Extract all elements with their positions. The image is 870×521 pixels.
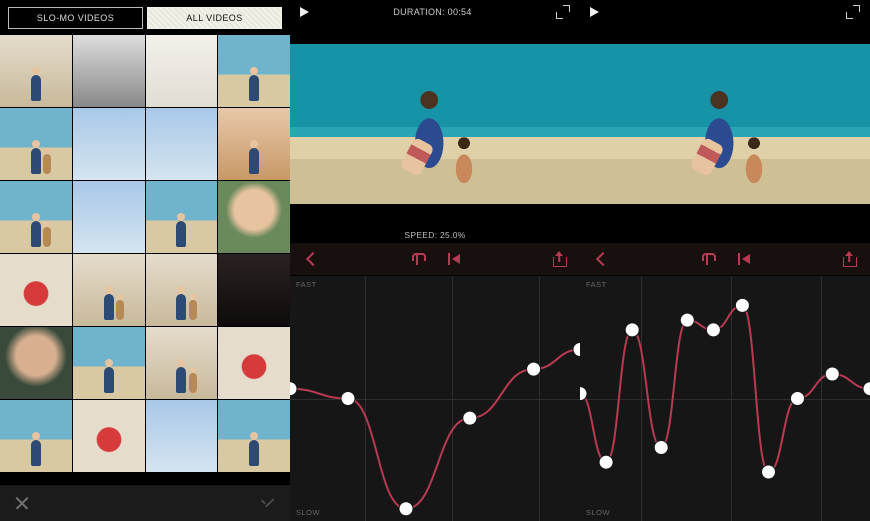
back-icon[interactable] (594, 251, 610, 267)
video-thumbnail[interactable] (0, 327, 72, 399)
duration-label: DURATION: 00:54 (393, 7, 471, 17)
tab-slomo-videos[interactable]: SLO-MO VIDEOS (8, 7, 143, 29)
video-thumbnail[interactable] (73, 327, 145, 399)
video-thumbnail[interactable] (218, 254, 290, 326)
curve-control-point[interactable] (863, 382, 870, 396)
share-icon[interactable] (842, 251, 856, 267)
video-thumbnail[interactable] (218, 35, 290, 107)
video-thumbnail[interactable] (73, 254, 145, 326)
curve-control-point[interactable] (341, 392, 355, 406)
video-thumbnail[interactable] (218, 327, 290, 399)
curve-control-point[interactable] (762, 465, 776, 479)
editor-topbar: DURATION: 00:54 (290, 0, 580, 24)
curve-control-point[interactable] (825, 367, 839, 381)
video-thumbnail[interactable] (218, 108, 290, 180)
video-frame (580, 44, 870, 204)
play-icon[interactable] (300, 7, 309, 17)
video-preview[interactable] (580, 24, 870, 224)
video-thumbnail[interactable] (218, 181, 290, 253)
curve-control-point[interactable] (573, 343, 580, 357)
expand-icon[interactable] (556, 5, 570, 19)
source-tabs: SLO-MO VIDEOS ALL VIDEOS (0, 0, 290, 35)
editor-panel-b: FAST SLOW (580, 0, 870, 521)
video-thumbnail[interactable] (218, 400, 290, 472)
editor-panel-a: DURATION: 00:54 SPEED: 25.0% FAST SLOW (290, 0, 580, 521)
video-thumbnail[interactable] (0, 254, 72, 326)
video-thumbnail[interactable] (146, 181, 218, 253)
video-thumbnail[interactable] (73, 400, 145, 472)
video-thumbnail-grid (0, 35, 290, 485)
editor-toolbar (290, 242, 580, 276)
back-icon[interactable] (304, 251, 320, 267)
curve-control-point[interactable] (680, 313, 694, 327)
playhead-icon[interactable] (700, 251, 714, 267)
video-thumbnail[interactable] (146, 400, 218, 472)
video-thumbnail[interactable] (146, 108, 218, 180)
video-picker-panel: SLO-MO VIDEOS ALL VIDEOS (0, 0, 290, 521)
video-thumbnail[interactable] (0, 181, 72, 253)
play-icon[interactable] (590, 7, 599, 17)
curve-control-point[interactable] (791, 392, 805, 406)
curve-control-point[interactable] (463, 411, 477, 425)
video-frame (290, 44, 580, 204)
skip-start-icon[interactable] (446, 251, 462, 267)
curve-control-point[interactable] (399, 502, 413, 516)
video-thumbnail[interactable] (0, 400, 72, 472)
curve-control-point[interactable] (290, 382, 297, 396)
curve-control-point[interactable] (706, 323, 720, 337)
editor-toolbar (580, 242, 870, 276)
editor-topbar (580, 0, 870, 24)
playhead-icon[interactable] (410, 251, 424, 267)
curve-control-point[interactable] (527, 362, 541, 376)
skip-start-icon[interactable] (736, 251, 752, 267)
video-thumbnail[interactable] (0, 108, 72, 180)
curve-control-point[interactable] (599, 455, 613, 469)
speed-curve-editor[interactable]: FAST SLOW (290, 276, 580, 521)
curve-control-point[interactable] (625, 323, 639, 337)
picker-footer (0, 485, 290, 521)
video-preview[interactable] (290, 24, 580, 224)
video-thumbnail[interactable] (73, 35, 145, 107)
confirm-icon[interactable] (260, 495, 276, 511)
video-thumbnail[interactable] (0, 35, 72, 107)
speed-curve-editor[interactable]: FAST SLOW (580, 276, 870, 521)
video-thumbnail[interactable] (146, 35, 218, 107)
speed-readout-empty (580, 224, 870, 242)
expand-icon[interactable] (846, 5, 860, 19)
video-thumbnail[interactable] (73, 181, 145, 253)
video-thumbnail[interactable] (73, 108, 145, 180)
close-icon[interactable] (14, 495, 30, 511)
curve-control-point[interactable] (735, 298, 749, 312)
video-thumbnail[interactable] (146, 327, 218, 399)
share-icon[interactable] (552, 251, 566, 267)
curve-control-point[interactable] (654, 441, 668, 455)
speed-readout: SPEED: 25.0% (290, 224, 580, 242)
video-thumbnail[interactable] (146, 254, 218, 326)
tab-all-videos[interactable]: ALL VIDEOS (147, 7, 282, 29)
